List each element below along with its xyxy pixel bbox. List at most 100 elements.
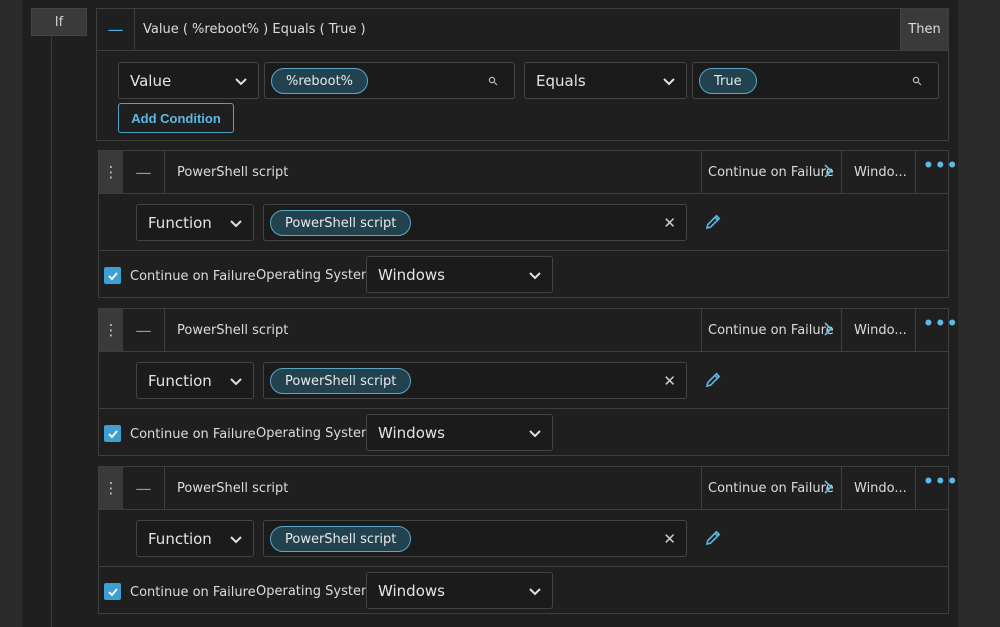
drag-handle-icon[interactable]: ⋮ <box>99 309 123 351</box>
operating-system-select-value: Windows <box>378 423 445 442</box>
operating-system-select-value: Windows <box>378 581 445 600</box>
operator-select-value: Equals <box>536 71 586 90</box>
right-gutter <box>958 0 1000 627</box>
function-chip-label: PowerShell script <box>285 373 397 389</box>
collapse-action-button[interactable]: — <box>123 151 165 193</box>
action-type-select[interactable]: Function <box>136 520 254 557</box>
continue-on-failure-tab[interactable]: Continue on Failure <box>701 467 842 509</box>
compare-value-chip[interactable]: True <box>699 68 757 94</box>
drag-handle-icon[interactable]: ⋮ <box>99 151 123 193</box>
action-header: ⋮ — PowerShell script Continue on Failur… <box>99 309 958 352</box>
left-gutter <box>0 0 22 627</box>
action-header: ⋮ — PowerShell script Continue on Failur… <box>99 151 958 194</box>
chevron-down-icon <box>230 220 242 228</box>
action-body: Function PowerShell script ✕ <box>99 352 948 409</box>
operator-select[interactable]: Equals <box>524 62 687 99</box>
check-icon <box>107 429 118 438</box>
action-footer: Continue on Failure Operating System: Wi… <box>99 251 948 297</box>
function-input[interactable]: PowerShell script ✕ <box>263 204 687 241</box>
search-icon[interactable] <box>488 76 498 86</box>
function-chip-label: PowerShell script <box>285 531 397 547</box>
variable-chip[interactable]: %reboot% <box>271 68 369 94</box>
more-icon[interactable]: ••• <box>923 472 959 492</box>
action-title: PowerShell script <box>177 481 289 496</box>
chevron-down-icon <box>230 378 242 386</box>
operating-system-select-value: Windows <box>378 265 445 284</box>
action-type-select-value: Function <box>148 371 212 390</box>
chevron-down-icon <box>230 536 242 544</box>
operating-system-select[interactable]: Windows <box>366 256 553 293</box>
if-label[interactable]: If <box>31 8 87 36</box>
action-block: ⋮ — PowerShell script Continue on Failur… <box>98 466 958 614</box>
clear-icon[interactable]: ✕ <box>663 530 676 548</box>
tree-connector-line <box>51 36 52 627</box>
function-input[interactable]: PowerShell script ✕ <box>263 520 687 557</box>
variable-chip-label: %reboot% <box>286 73 354 89</box>
chevron-down-icon <box>529 430 541 438</box>
minus-icon: — <box>107 20 124 39</box>
minus-icon: — <box>135 320 152 340</box>
compare-value-input[interactable]: True <box>692 62 939 99</box>
more-icon[interactable]: ••• <box>923 156 959 176</box>
os-tab[interactable]: Windo... <box>842 151 916 193</box>
condition-field-select-value: Value <box>130 71 172 90</box>
chevron-down-icon <box>529 272 541 280</box>
action-title: PowerShell script <box>177 165 289 180</box>
function-chip[interactable]: PowerShell script <box>270 526 412 552</box>
action-type-select[interactable]: Function <box>136 362 254 399</box>
function-chip[interactable]: PowerShell script <box>270 368 412 394</box>
condition-value-input[interactable]: %reboot% <box>264 62 515 99</box>
clear-icon[interactable]: ✕ <box>663 372 676 390</box>
condition-block: — Value ( %reboot% ) Equals ( True ) The… <box>96 8 949 141</box>
chevron-right-icon <box>824 480 833 494</box>
add-condition-button[interactable]: Add Condition <box>118 103 234 133</box>
condition-field-select[interactable]: Value <box>118 62 259 99</box>
minus-icon: — <box>135 478 152 498</box>
function-input[interactable]: PowerShell script ✕ <box>263 362 687 399</box>
action-block: ⋮ — PowerShell script Continue on Failur… <box>98 150 958 298</box>
operating-system-select[interactable]: Windows <box>366 572 553 609</box>
action-type-select[interactable]: Function <box>136 204 254 241</box>
chevron-right-icon <box>824 322 833 336</box>
action-body: Function PowerShell script ✕ <box>99 510 948 567</box>
continue-on-failure-checkbox[interactable] <box>104 425 121 442</box>
drag-handle-icon[interactable]: ⋮ <box>99 467 123 509</box>
action-body: Function PowerShell script ✕ <box>99 194 948 251</box>
condition-header: — Value ( %reboot% ) Equals ( True ) The… <box>97 9 948 51</box>
clear-icon[interactable]: ✕ <box>663 214 676 232</box>
collapse-action-button[interactable]: — <box>123 309 165 351</box>
continue-on-failure-tab-label: Continue on Failure <box>708 322 834 338</box>
os-tab[interactable]: Windo... <box>842 309 916 351</box>
operating-system-label: Operating System: <box>256 584 378 599</box>
compare-value-chip-label: True <box>714 73 742 89</box>
action-type-select-value: Function <box>148 529 212 548</box>
continue-on-failure-label: Continue on Failure <box>130 585 256 600</box>
operating-system-select[interactable]: Windows <box>366 414 553 451</box>
os-tab[interactable]: Windo... <box>842 467 916 509</box>
pencil-icon[interactable] <box>704 371 722 389</box>
then-label[interactable]: Then <box>900 9 948 50</box>
more-icon[interactable]: ••• <box>923 314 959 334</box>
check-icon <box>107 587 118 596</box>
operating-system-label: Operating System: <box>256 268 378 283</box>
collapse-action-button[interactable]: — <box>123 467 165 509</box>
search-icon[interactable] <box>912 76 922 86</box>
pencil-icon[interactable] <box>704 213 722 231</box>
operating-system-label: Operating System: <box>256 426 378 441</box>
continue-on-failure-tab[interactable]: Continue on Failure <box>701 151 842 193</box>
action-footer: Continue on Failure Operating System: Wi… <box>99 567 948 613</box>
action-type-select-value: Function <box>148 213 212 232</box>
function-chip[interactable]: PowerShell script <box>270 210 412 236</box>
action-block: ⋮ — PowerShell script Continue on Failur… <box>98 308 958 456</box>
collapse-condition-button[interactable]: — <box>97 9 135 50</box>
check-icon <box>107 271 118 280</box>
continue-on-failure-checkbox[interactable] <box>104 267 121 284</box>
action-header: ⋮ — PowerShell script Continue on Failur… <box>99 467 958 510</box>
action-footer: Continue on Failure Operating System: Wi… <box>99 409 948 455</box>
chevron-right-icon <box>824 164 833 178</box>
pencil-icon[interactable] <box>704 529 722 547</box>
function-chip-label: PowerShell script <box>285 215 397 231</box>
action-title: PowerShell script <box>177 323 289 338</box>
continue-on-failure-checkbox[interactable] <box>104 583 121 600</box>
continue-on-failure-tab[interactable]: Continue on Failure <box>701 309 842 351</box>
